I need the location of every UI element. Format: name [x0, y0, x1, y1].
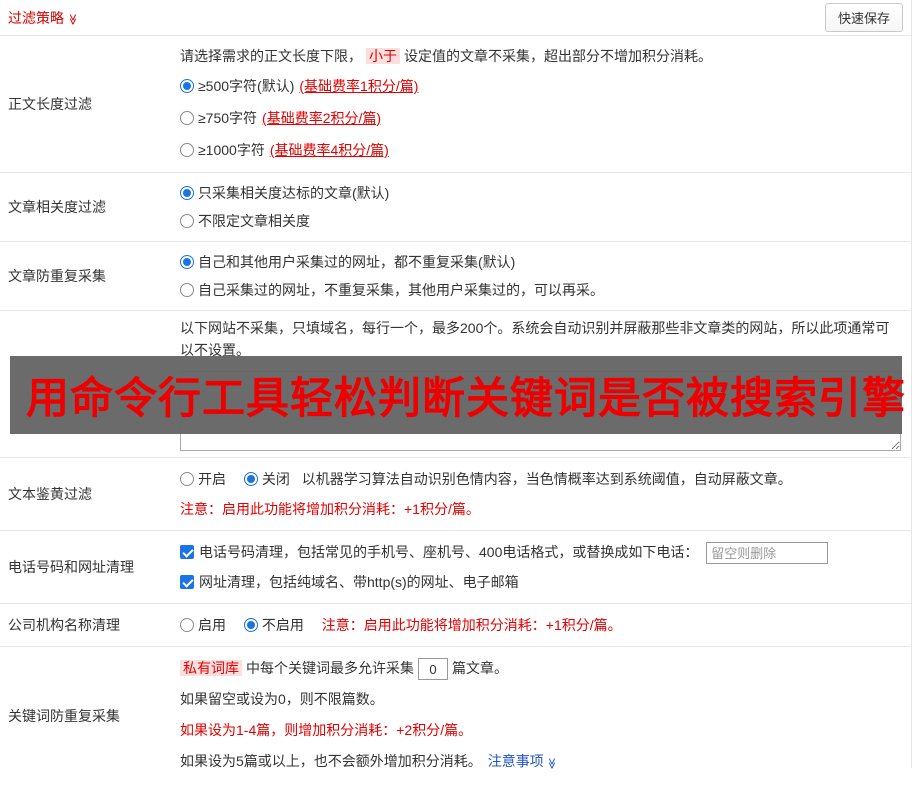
company-clean-options: 启用 不启用 注意：启用此功能将增加积分消耗：+1积分/篇。 [180, 610, 901, 640]
checkbox-label[interactable]: 网址清理，包括纯域名、带http(s)的网址、电子邮箱 [199, 574, 519, 590]
keyword-dedup-content: 私有词库中每个关键词最多允许采集 篇文章。 如果留空或设为0，则不限篇数。 如果设… [172, 647, 911, 785]
radio-selected-icon[interactable] [180, 186, 194, 200]
radio-option-relevance-strict[interactable]: 只采集相关度达标的文章(默认) [180, 179, 901, 207]
row-porn-filter: 文本鉴黄过滤 开启 关闭 以机器学习算法自动识别色情内容，当色情概率达到系统阈值… [0, 458, 911, 531]
radio-icon[interactable] [180, 111, 194, 125]
replacement-phone-input[interactable] [706, 542, 828, 564]
filter-strategy-page: 过滤策略≫ 快速保存 正文长度过滤 请选择需求的正文长度下限，小于设定值的文章不… [0, 0, 912, 768]
row-text-length-filter: 正文长度过滤 请选择需求的正文长度下限，小于设定值的文章不采集，超出部分不增加积… [0, 36, 911, 173]
dedup-content: 自己和其他用户采集过的网址，都不重复采集(默认) 自己采集过的网址，不重复采集，… [172, 242, 911, 310]
fee-note-link[interactable]: (基础费率1积分/篇) [299, 78, 418, 94]
text-length-content: 请选择需求的正文长度下限，小于设定值的文章不采集，超出部分不增加积分消耗。 ≥5… [172, 36, 911, 172]
less-than-highlight: 小于 [366, 48, 400, 64]
row-label-relevance: 文章相关度过滤 [0, 173, 172, 241]
radio-option-porn-on[interactable]: 开启 [180, 471, 230, 487]
checkbox-phone-clean[interactable]: 电话号码清理，包括常见的手机号、座机号、400电话格式，或替换成如下电话： [180, 544, 702, 560]
radio-icon[interactable] [180, 143, 194, 157]
watermark-text: 用命令行工具轻松判断关键词是否被搜索引擎 [26, 364, 906, 426]
fee-note-link[interactable]: (基础费率4积分/篇) [270, 142, 389, 158]
radio-label[interactable]: 关闭 [262, 471, 290, 487]
radio-label[interactable]: ≥500字符(默认) [198, 78, 294, 94]
porn-filter-options: 开启 关闭 以机器学习算法自动识别色情内容，当色情概率达到系统阈值，自动屏蔽文章… [180, 464, 901, 494]
radio-selected-icon[interactable] [180, 79, 194, 93]
keyword-count-input[interactable] [418, 658, 448, 680]
radio-option-500chars[interactable]: ≥500字符(默认) (基础费率1积分/篇) [180, 70, 901, 102]
porn-filter-content: 开启 关闭 以机器学习算法自动识别色情内容，当色情概率达到系统阈值，自动屏蔽文章… [172, 458, 911, 530]
radio-icon[interactable] [180, 618, 194, 632]
porn-filter-inline-desc: 以机器学习算法自动识别色情内容，当色情概率达到系统阈值，自动屏蔽文章。 [302, 471, 792, 487]
notice-link[interactable]: 注意事项≫ [488, 753, 557, 769]
radio-option-company-on[interactable]: 启用 [180, 617, 230, 633]
keyword-note-line4: 如果设为5篇或以上，也不会额外增加积分消耗。注意事项≫ [180, 746, 901, 779]
row-label-dedup: 文章防重复采集 [0, 242, 172, 310]
radio-selected-icon[interactable] [244, 618, 258, 632]
checkbox-checked-icon[interactable] [180, 545, 194, 559]
private-lexicon-badge: 私有词库 [180, 660, 242, 676]
relevance-content: 只采集相关度达标的文章(默认) 不限定文章相关度 [172, 173, 911, 241]
radio-selected-icon[interactable] [180, 255, 194, 269]
site-filter-description: 以下网站不采集，只填域名，每行一个，最多200个。系统会自动识别并屏蔽那些非文章… [180, 317, 901, 361]
radio-label[interactable]: 不限定文章相关度 [198, 213, 310, 229]
desc-text-after: 设定值的文章不采集，超出部分不增加积分消耗。 [404, 48, 712, 64]
radio-option-relevance-any[interactable]: 不限定文章相关度 [180, 207, 901, 235]
row-article-dedup: 文章防重复采集 自己和其他用户采集过的网址，都不重复采集(默认) 自己采集过的网… [0, 242, 911, 311]
radio-icon[interactable] [180, 214, 194, 228]
radio-selected-icon[interactable] [244, 472, 258, 486]
phone-clean-line: 电话号码清理，包括常见的手机号、座机号、400电话格式，或替换成如下电话： [180, 537, 901, 567]
page-title: 过滤策略≫ [8, 8, 79, 28]
page-title-text: 过滤策略 [8, 10, 64, 26]
keyword-note-line3: 如果设为1-4篇，则增加积分消耗：+2积分/篇。 [180, 715, 901, 746]
keyword-note-line2: 如果留空或设为0，则不限篇数。 [180, 684, 901, 715]
radio-option-750chars[interactable]: ≥750字符 (基础费率2积分/篇) [180, 102, 901, 134]
radio-label[interactable]: ≥750字符 [198, 110, 257, 126]
radio-option-company-off[interactable]: 不启用 [244, 617, 308, 633]
checkbox-checked-icon[interactable] [180, 575, 194, 589]
radio-label[interactable]: 开启 [198, 471, 226, 487]
keyword-note-line4-text: 如果设为5篇或以上，也不会额外增加积分消耗。 [180, 753, 482, 769]
row-phone-url-clean: 电话号码和网址清理 电话号码清理，包括常见的手机号、座机号、400电话格式，或替… [0, 531, 911, 604]
radio-label[interactable]: 启用 [198, 617, 226, 633]
watermark-banner: 用命令行工具轻松判断关键词是否被搜索引擎 [10, 356, 902, 434]
url-clean-line: 网址清理，包括纯域名、带http(s)的网址、电子邮箱 [180, 567, 901, 597]
radio-option-dedup-self-only[interactable]: 自己采集过的网址，不重复采集，其他用户采集过的，可以再采。 [180, 276, 901, 304]
checkbox-label[interactable]: 电话号码清理，包括常见的手机号、座机号、400电话格式，或替换成如下电话： [199, 544, 698, 560]
radio-icon[interactable] [180, 283, 194, 297]
radio-label[interactable]: 不启用 [262, 617, 304, 633]
collapse-chevron-icon[interactable]: ≫ [66, 13, 79, 25]
row-label-text-length: 正文长度过滤 [0, 36, 172, 172]
porn-filter-cost-note: 注意：启用此功能将增加积分消耗：+1积分/篇。 [180, 494, 901, 524]
radio-label[interactable]: 只采集相关度达标的文章(默认) [198, 185, 389, 201]
row-relevance-filter: 文章相关度过滤 只采集相关度达标的文章(默认) 不限定文章相关度 [0, 173, 911, 242]
row-label-phone-url: 电话号码和网址清理 [0, 531, 172, 603]
radio-label[interactable]: 自己和其他用户采集过的网址，都不重复采集(默认) [198, 254, 515, 270]
radio-option-1000chars[interactable]: ≥1000字符 (基础费率4积分/篇) [180, 134, 901, 166]
radio-option-dedup-all-users[interactable]: 自己和其他用户采集过的网址，都不重复采集(默认) [180, 248, 901, 276]
row-label-porn-filter: 文本鉴黄过滤 [0, 458, 172, 530]
company-clean-content: 启用 不启用 注意：启用此功能将增加积分消耗：+1积分/篇。 [172, 604, 911, 646]
desc-text-before: 请选择需求的正文长度下限， [180, 48, 362, 64]
company-clean-cost-note: 注意：启用此功能将增加积分消耗：+1积分/篇。 [322, 617, 622, 633]
radio-icon[interactable] [180, 472, 194, 486]
row-keyword-dedup: 关键词防重复采集 私有词库中每个关键词最多允许采集 篇文章。 如果留空或设为0，则… [0, 647, 911, 785]
row-label-company-clean: 公司机构名称清理 [0, 604, 172, 646]
checkbox-url-clean[interactable]: 网址清理，包括纯域名、带http(s)的网址、电子邮箱 [180, 574, 519, 590]
keyword-limit-text: 中每个关键词最多允许采集 [246, 660, 414, 676]
row-company-clean: 公司机构名称清理 启用 不启用 注意：启用此功能将增加积分消耗：+1积分/篇。 [0, 604, 911, 647]
radio-label[interactable]: 自己采集过的网址，不重复采集，其他用户采集过的，可以再采。 [198, 282, 604, 298]
radio-option-porn-off[interactable]: 关闭 [244, 471, 294, 487]
keyword-limit-line: 私有词库中每个关键词最多允许采集 篇文章。 [180, 653, 901, 684]
radio-label[interactable]: ≥1000字符 [198, 142, 265, 158]
page-header: 过滤策略≫ 快速保存 [0, 0, 911, 36]
quick-save-button[interactable]: 快速保存 [825, 3, 903, 32]
fee-note-link[interactable]: (基础费率2积分/篇) [262, 110, 381, 126]
length-filter-description: 请选择需求的正文长度下限，小于设定值的文章不采集，超出部分不增加积分消耗。 [180, 42, 901, 70]
phone-url-content: 电话号码清理，包括常见的手机号、座机号、400电话格式，或替换成如下电话： 网址… [172, 531, 911, 603]
keyword-limit-text-end: 篇文章。 [452, 660, 508, 676]
row-label-keyword-dedup: 关键词防重复采集 [0, 647, 172, 785]
